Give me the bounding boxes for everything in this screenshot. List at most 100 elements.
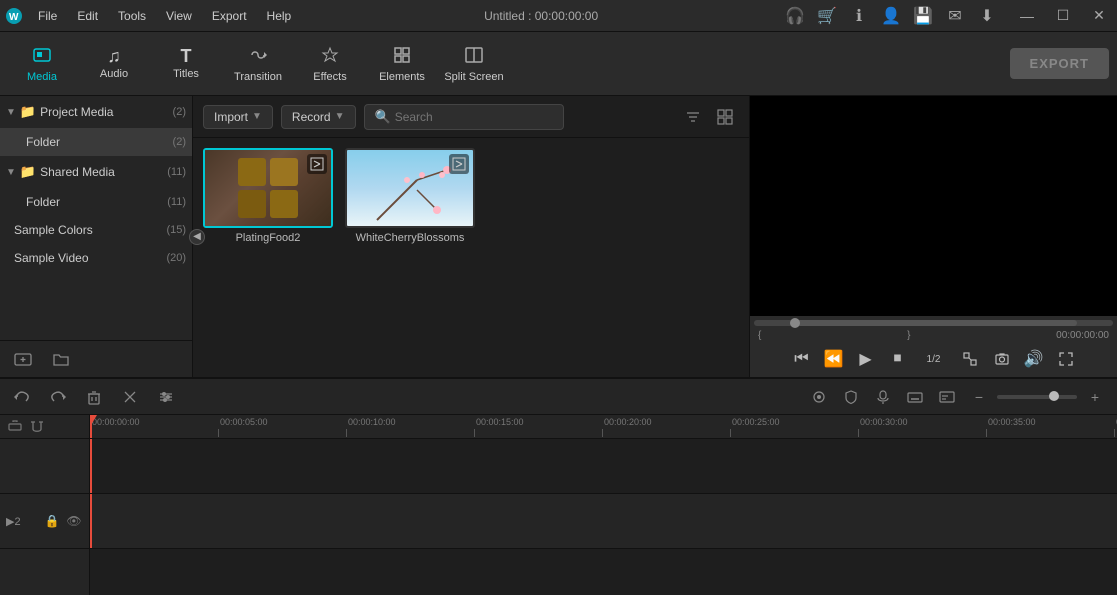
caption-icon[interactable]	[933, 383, 961, 411]
audio-adjust-button[interactable]	[152, 383, 180, 411]
redo-button[interactable]	[44, 383, 72, 411]
chevron-down-icon: ▼	[6, 107, 16, 118]
menu-help[interactable]: Help	[257, 0, 302, 32]
toolbar-audio[interactable]: ♫ Audio	[80, 36, 148, 92]
zoom-slider[interactable]	[997, 395, 1077, 399]
headphone-icon[interactable]: 🎧	[781, 2, 809, 30]
header-icons: 🎧 🛒 ℹ 👤 💾 ✉ ⬇	[781, 2, 1001, 30]
info-icon[interactable]: ℹ	[845, 2, 873, 30]
svg-text:W: W	[9, 12, 19, 23]
zoom-out-button[interactable]: −	[965, 383, 993, 411]
ruler-playhead	[90, 415, 92, 438]
toolbar-elements[interactable]: Elements	[368, 36, 436, 92]
timeline-ruler[interactable]: 00:00:00:00 00:00:05:00 00:00:10:00 00:0…	[90, 415, 1117, 439]
app-logo: W	[0, 0, 28, 32]
project-media-folder[interactable]: Folder (2)	[0, 128, 192, 156]
step-back-button[interactable]: ⏮	[788, 345, 816, 373]
tick-label-3: 00:00:15:00	[474, 415, 524, 427]
left-panel: ▼ 📁 Project Media (2) Folder (2) ▼ 📁 Sha…	[0, 96, 193, 377]
track2-lock-icon[interactable]: 🔒	[43, 512, 61, 530]
shared-folder-count: (11)	[167, 196, 186, 208]
download-icon[interactable]: ⬇	[973, 2, 1001, 30]
cut-button[interactable]	[116, 383, 144, 411]
grid-view-icon[interactable]	[711, 103, 739, 131]
menu-edit[interactable]: Edit	[67, 0, 108, 32]
toolbar-transition[interactable]: Transition	[224, 36, 292, 92]
titles-label: Titles	[173, 68, 199, 80]
menu-view[interactable]: View	[156, 0, 202, 32]
ruler-tick-4: 00:00:20:00	[602, 415, 652, 437]
shield-icon[interactable]	[837, 383, 865, 411]
menu-export[interactable]: Export	[202, 0, 257, 32]
account-icon[interactable]: 👤	[877, 2, 905, 30]
zoom-in-button[interactable]: +	[1081, 383, 1109, 411]
tick-line-4	[602, 429, 603, 437]
import-button[interactable]: Import ▼	[203, 105, 273, 129]
preview-panel: { } 00:00:00:00 ⏮ ⏪ ▶ ⏹ 1/2 🔊	[749, 96, 1117, 377]
track1-lane	[90, 439, 1117, 494]
search-input[interactable]	[395, 110, 553, 124]
tick-line-6	[858, 429, 859, 437]
main-toolbar: Media ♫ Audio T Titles Transition Effect…	[0, 32, 1117, 96]
toolbar-effects[interactable]: Effects	[296, 36, 364, 92]
toolbar-splitscreen[interactable]: Split Screen	[440, 36, 508, 92]
record-button[interactable]: Record ▼	[281, 105, 356, 129]
export-button[interactable]: EXPORT	[1010, 48, 1109, 79]
new-folder-button[interactable]	[46, 347, 76, 371]
sample-colors-item[interactable]: Sample Colors (15)	[0, 216, 192, 244]
shared-media-folder[interactable]: Folder (11)	[0, 188, 192, 216]
timeline-settings-icon[interactable]	[805, 383, 833, 411]
media-icon	[32, 45, 52, 68]
track2-eye-icon[interactable]: 👁	[65, 512, 83, 530]
backup-icon[interactable]: 💾	[909, 2, 937, 30]
track1-header	[0, 439, 89, 494]
cart-icon[interactable]: 🛒	[813, 2, 841, 30]
project-media-header[interactable]: ▼ 📁 Project Media (2)	[0, 96, 192, 128]
screenshot-button[interactable]	[988, 345, 1016, 373]
toolbar-titles[interactable]: T Titles	[152, 36, 220, 92]
media-item-plating[interactable]: PlatingFood2	[203, 148, 333, 244]
volume-button[interactable]: 🔊	[1020, 345, 1048, 373]
frame-back-button[interactable]: ⏪	[820, 345, 848, 373]
import-label: Import	[214, 110, 248, 124]
fit-screen-button[interactable]	[956, 345, 984, 373]
tick-label-2: 00:00:10:00	[346, 415, 396, 427]
mail-icon[interactable]: ✉	[941, 2, 969, 30]
media-thumb-cherry[interactable]	[345, 148, 475, 228]
shared-media-section: ▼ 📁 Shared Media (11) Folder (11)	[0, 156, 192, 216]
record-dropdown-arrow: ▼	[335, 111, 345, 122]
thumb-overlay-plating	[307, 154, 327, 174]
effects-label: Effects	[313, 71, 346, 83]
add-folder-button[interactable]	[8, 347, 38, 371]
minimize-button[interactable]: —	[1009, 0, 1045, 32]
ruler-tick-7: 00:00:35:00	[986, 415, 1036, 437]
media-item-cherry[interactable]: WhiteCherryBlossoms	[345, 148, 475, 244]
undo-button[interactable]	[8, 383, 36, 411]
media-grid: PlatingFood2	[193, 138, 749, 377]
panel-collapse-arrow[interactable]: ◀	[189, 229, 205, 245]
toolbar-media[interactable]: Media	[8, 36, 76, 92]
stop-button[interactable]: ⏹	[884, 345, 912, 373]
fullscreen-button[interactable]	[1052, 345, 1080, 373]
shared-media-label: Shared Media	[40, 165, 163, 179]
sample-video-item[interactable]: Sample Video (20)	[0, 244, 192, 272]
add-track-icon[interactable]	[6, 418, 24, 436]
filter-icon[interactable]	[679, 103, 707, 131]
shared-media-header[interactable]: ▼ 📁 Shared Media (11)	[0, 156, 192, 188]
seekbar[interactable]	[754, 320, 1113, 326]
media-thumb-plating[interactable]	[203, 148, 333, 228]
menu-tools[interactable]: Tools	[108, 0, 156, 32]
mic-icon[interactable]	[869, 383, 897, 411]
playback-speed[interactable]: 1/2	[916, 345, 952, 373]
menu-file[interactable]: File	[28, 0, 67, 32]
window-controls: — ☐ ✕	[1009, 0, 1117, 32]
media-label-cherry: WhiteCherryBlossoms	[345, 232, 475, 244]
magnet-icon[interactable]	[28, 418, 46, 436]
close-button[interactable]: ✕	[1081, 0, 1117, 32]
timeline-ruler-area: 00:00:00:00 00:00:05:00 00:00:10:00 00:0…	[90, 415, 1117, 595]
delete-button[interactable]	[80, 383, 108, 411]
ruler-tick-5: 00:00:25:00	[730, 415, 780, 437]
keyboard-icon[interactable]	[901, 383, 929, 411]
maximize-button[interactable]: ☐	[1045, 0, 1081, 32]
play-button[interactable]: ▶	[852, 345, 880, 373]
